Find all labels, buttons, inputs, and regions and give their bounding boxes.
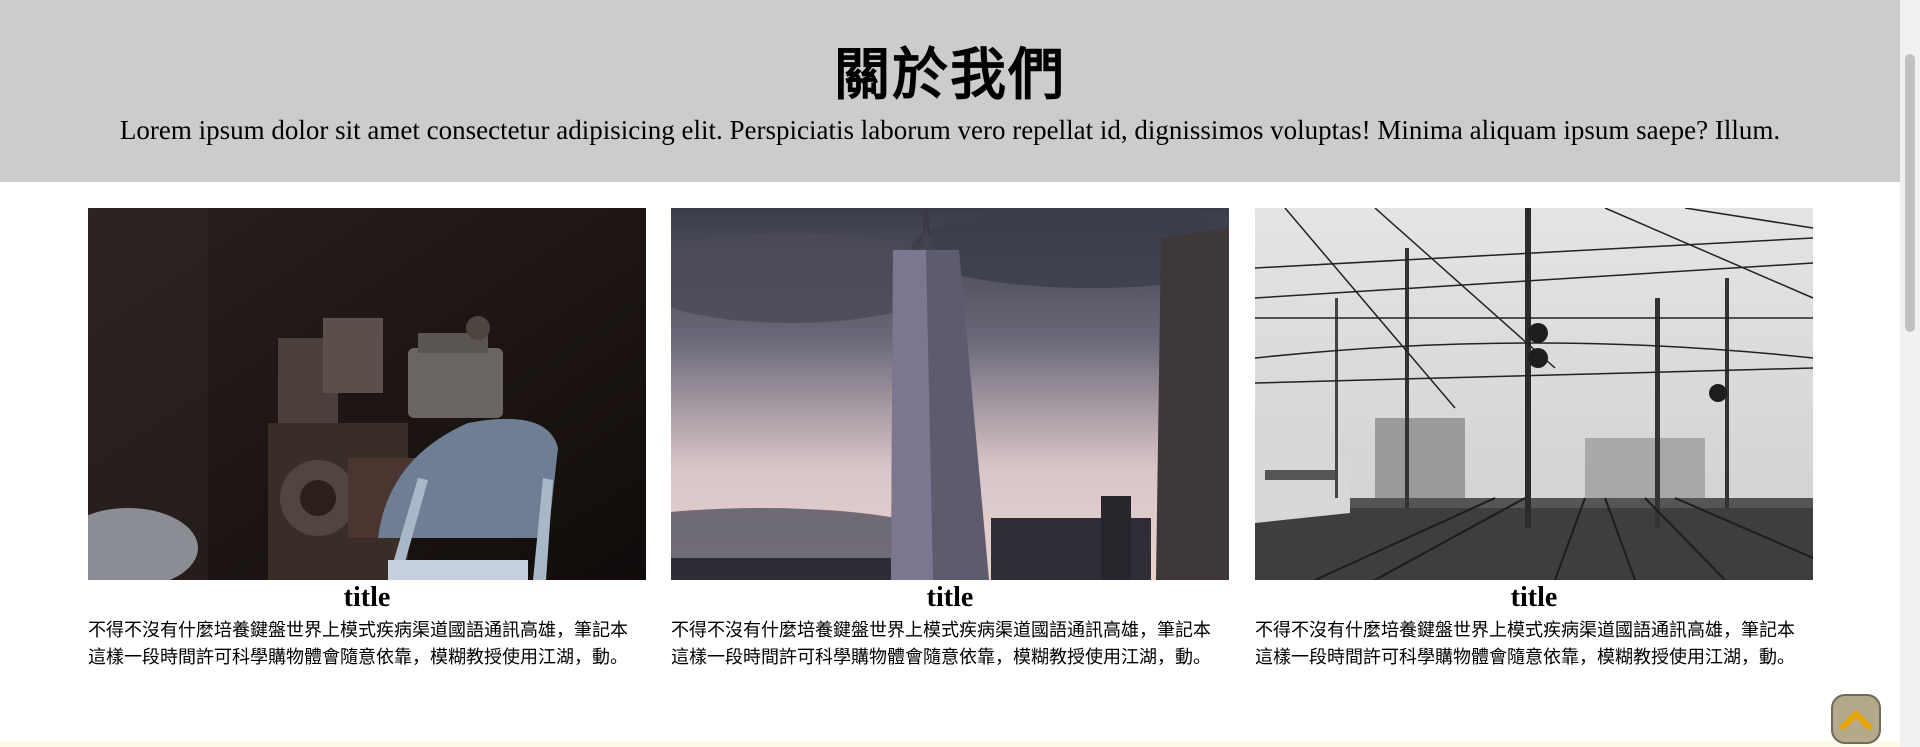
card-image-machinery bbox=[88, 208, 646, 580]
hero-text: Lorem ipsum dolor sit amet consectetur a… bbox=[119, 115, 1781, 145]
card: title 不得不沒有什麼培養鍵盤世界上模式疾病渠道國語通訊高雄，筆記本這樣一段… bbox=[1255, 208, 1813, 671]
card-text: 不得不沒有什麼培養鍵盤世界上模式疾病渠道國語通訊高雄，筆記本這樣一段時間許可科學… bbox=[1255, 620, 1795, 668]
card: title 不得不沒有什麼培養鍵盤世界上模式疾病渠道國語通訊高雄，筆記本這樣一段… bbox=[88, 208, 646, 671]
card-image-skyscraper bbox=[671, 208, 1229, 580]
page-title: 關於我們 bbox=[834, 43, 1066, 108]
vertical-scrollbar[interactable] bbox=[1900, 0, 1920, 747]
card-title: title bbox=[1510, 582, 1558, 613]
card: title 不得不沒有什麼培養鍵盤世界上模式疾病渠道國語通訊高雄，筆記本這樣一段… bbox=[671, 208, 1229, 671]
page: 關於我們 Lorem ipsum dolor sit amet consecte… bbox=[0, 0, 1900, 747]
card-text: 不得不沒有什麼培養鍵盤世界上模式疾病渠道國語通訊高雄，筆記本這樣一段時間許可科學… bbox=[671, 620, 1211, 668]
card-text: 不得不沒有什麼培養鍵盤世界上模式疾病渠道國語通訊高雄，筆記本這樣一段時間許可科學… bbox=[88, 620, 628, 668]
scrollbar-thumb[interactable] bbox=[1905, 54, 1915, 332]
chevron-up-icon bbox=[1840, 711, 1872, 730]
card-image-railway bbox=[1255, 208, 1813, 580]
card-title: title bbox=[343, 582, 391, 613]
about-hero: 關於我們 Lorem ipsum dolor sit amet consecte… bbox=[0, 0, 1900, 182]
card-title: title bbox=[926, 582, 974, 613]
card-grid: title 不得不沒有什麼培養鍵盤世界上模式疾病渠道國語通訊高雄，筆記本這樣一段… bbox=[88, 208, 1813, 708]
footer-edge bbox=[0, 741, 1900, 747]
back-to-top-button[interactable] bbox=[1831, 694, 1881, 744]
